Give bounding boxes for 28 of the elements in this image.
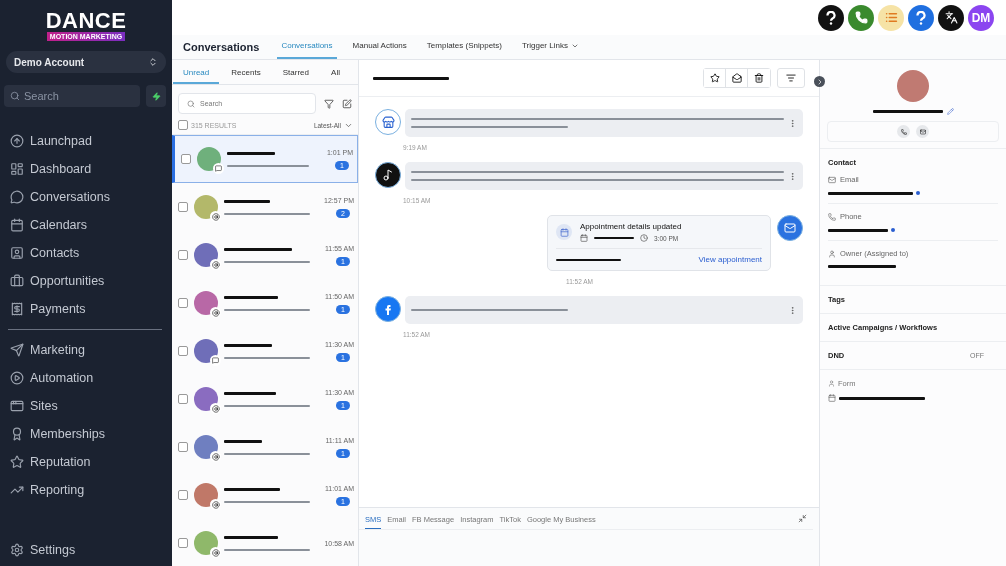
nav-item[interactable]: Calendars	[10, 215, 172, 235]
nav-item[interactable]: Payments	[10, 299, 172, 319]
nav-item[interactable]: Contacts	[10, 243, 172, 263]
search-field[interactable]: Search	[4, 85, 140, 107]
nav-tab[interactable]: Templates (Snippets)	[422, 41, 506, 59]
nav-item[interactable]: Conversations	[10, 187, 172, 207]
nav-item[interactable]: Launchpad	[10, 131, 172, 151]
appointment-title: Appointment details updated	[580, 222, 682, 231]
nav-item[interactable]: Memberships	[10, 424, 172, 444]
nav-item[interactable]: Sites	[10, 396, 172, 416]
filter-tab[interactable]: Unread	[173, 66, 220, 84]
nav-item[interactable]: Dashboard	[10, 159, 172, 179]
page-title: Conversations	[183, 41, 260, 55]
logo-title: DANCE	[45, 10, 127, 32]
nav-tab[interactable]: Trigger Links	[518, 41, 583, 59]
nav-tab[interactable]: Manual Actions	[348, 41, 411, 59]
nav-item[interactable]: Reputation	[10, 452, 172, 472]
view-appointment-link[interactable]: View appointment	[698, 255, 762, 264]
nav-item[interactable]: Settings	[10, 540, 172, 560]
user-avatar[interactable]: DM	[968, 4, 994, 31]
account-selector[interactable]: Demo Account	[6, 51, 166, 73]
filter-tab[interactable]: Recents	[221, 66, 271, 84]
filter-tab[interactable]: All	[321, 66, 350, 84]
nav-item[interactable]: Opportunities	[10, 271, 172, 291]
nav-item[interactable]: Automation	[10, 368, 172, 388]
filter-tab[interactable]: Starred	[272, 66, 319, 84]
nav-item[interactable]: Reporting	[10, 480, 172, 500]
nav-item[interactable]: Marketing	[10, 340, 172, 360]
